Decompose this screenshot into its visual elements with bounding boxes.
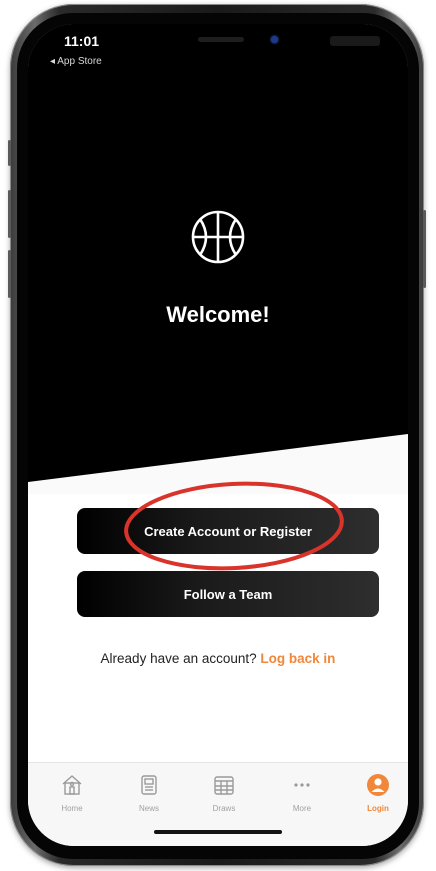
home-indicator (154, 830, 282, 834)
front-camera (271, 36, 278, 43)
tab-more[interactable]: More (272, 773, 332, 813)
app-screen: 11:01 ◂ App Store Welcome! Create Accoun… (28, 24, 408, 846)
tab-login[interactable]: Login (348, 773, 408, 813)
tab-draws[interactable]: Draws (194, 773, 254, 813)
log-back-in-link[interactable]: Log back in (260, 651, 335, 666)
phone-side-button (8, 140, 11, 166)
tab-home-label: Home (61, 804, 83, 813)
login-prompt-text: Already have an account? (100, 651, 257, 666)
status-time: 11:01 (64, 33, 100, 49)
home-icon (62, 775, 82, 795)
calendar-icon (214, 776, 234, 795)
tab-draws-label: Draws (212, 804, 236, 813)
tab-news-label: News (138, 804, 159, 813)
phone-volume-up-button (8, 190, 11, 238)
speaker-grille (198, 37, 244, 42)
more-icon (294, 783, 310, 787)
user-icon (367, 774, 389, 796)
status-indicators (330, 36, 380, 46)
tab-login-label: Login (367, 804, 389, 813)
news-icon (141, 775, 157, 795)
annotation-circle (122, 476, 350, 579)
tab-news[interactable]: News (119, 773, 179, 813)
phone-power-button (423, 210, 426, 288)
login-prompt: Already have an account? Log back in (28, 651, 408, 666)
back-to-app-store-link[interactable]: ◂ App Store (50, 56, 102, 67)
tab-more-label: More (292, 804, 312, 813)
welcome-title: Welcome! (166, 302, 270, 327)
phone-volume-down-button (8, 250, 11, 298)
basketball-icon (190, 209, 246, 270)
tab-home[interactable]: Home (42, 773, 102, 813)
